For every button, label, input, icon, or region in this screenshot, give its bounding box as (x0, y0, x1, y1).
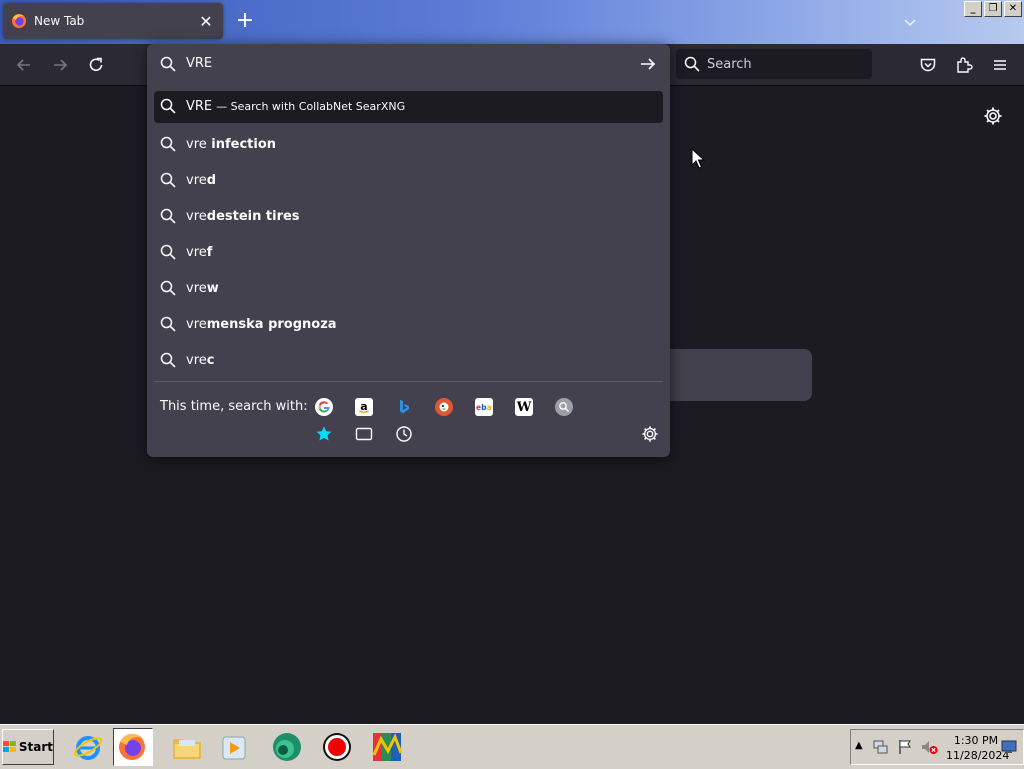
system-tray: ▲ 1:30 PM 11/28/2024 (850, 729, 1024, 765)
windows-flag-icon (3, 741, 16, 752)
clock-time: 1:30 PM (953, 734, 999, 747)
avg-antivirus-icon[interactable] (371, 731, 403, 763)
urlbar-dropdown: VRE VRE — Search with CollabNet SearXNG v… (147, 44, 670, 457)
start-button[interactable]: Start (2, 729, 54, 765)
divider (154, 381, 663, 382)
search-bar[interactable]: Search (676, 49, 872, 79)
one-off-search-bar: This time, search with: a ebay W (147, 390, 670, 450)
internet-explorer-icon[interactable] (72, 731, 104, 763)
restore-button[interactable]: ❐ (984, 1, 1002, 17)
suggestion-completion: d (206, 173, 217, 188)
show-hidden-icons-icon[interactable]: ▲ (855, 740, 863, 751)
window-controls: _ ❐ ✕ (964, 1, 1022, 17)
suggestion-row[interactable]: vrec (154, 343, 663, 379)
search-icon (160, 56, 176, 72)
suggestion-typed: vre (186, 173, 207, 188)
clock-date: 11/28/2024 (946, 749, 1010, 762)
go-arrow-icon[interactable] (639, 55, 657, 73)
suggestion-completion: destein tires (206, 209, 300, 224)
minimize-button[interactable]: _ (964, 1, 982, 17)
mouse-cursor-icon (691, 148, 705, 170)
suggestion-list: VRE — Search with CollabNet SearXNG vre i… (154, 91, 663, 379)
extensions-icon[interactable] (953, 54, 975, 76)
close-window-button[interactable]: ✕ (1004, 1, 1022, 17)
suggestion-row[interactable]: vred (154, 163, 663, 199)
suggestion-row[interactable]: vref (154, 235, 663, 271)
reload-icon[interactable] (85, 54, 107, 76)
taskbar: Start ▲ 1:30 PM 11/28/2024 (0, 724, 1024, 769)
suggestion-action: — Search with CollabNet SearXNG (216, 100, 406, 113)
suggestion-completion: menska prognoza (206, 317, 337, 332)
bookmarks-icon[interactable] (315, 425, 333, 443)
suggestion-completion: c (206, 353, 215, 368)
search-icon (160, 98, 176, 114)
one-off-label: This time, search with: (160, 399, 308, 414)
customize-gear-icon[interactable] (983, 106, 1003, 126)
search-icon (160, 280, 176, 296)
suggestion-completion: w (206, 281, 219, 296)
record-app-icon[interactable] (321, 731, 353, 763)
suggestion-typed: vre (186, 317, 207, 332)
suggestion-typed: vre (186, 353, 207, 368)
svg-text:a: a (360, 400, 367, 413)
bing-icon[interactable] (395, 398, 413, 416)
green-app-icon[interactable] (271, 731, 303, 763)
url-input[interactable]: VRE (147, 44, 670, 84)
suggestion-typed: vre (186, 281, 207, 296)
action-center-flag-icon[interactable] (897, 739, 913, 755)
firefox-taskbar-icon[interactable] (116, 731, 148, 763)
suggestion-row[interactable]: VRE — Search with CollabNet SearXNG (154, 91, 663, 123)
duckduckgo-icon[interactable] (435, 398, 453, 416)
network-icon[interactable] (873, 739, 889, 755)
tab-title: New Tab (34, 14, 85, 28)
search-settings-gear-icon[interactable] (641, 425, 659, 443)
suggestion-typed: vre (186, 137, 207, 152)
search-icon (160, 244, 176, 260)
search-icon (160, 172, 176, 188)
ebay-icon[interactable]: ebay (475, 398, 493, 416)
tabs-icon[interactable] (355, 425, 373, 443)
taskbar-clock[interactable]: 1:30 PM 11/28/2024 (946, 733, 1010, 763)
close-tab-icon[interactable]: ✕ (196, 11, 216, 31)
svg-text:ebay: ebay (476, 403, 492, 412)
suggestion-typed: VRE (186, 99, 213, 114)
suggestion-row[interactable]: vredestein tires (154, 199, 663, 235)
search-icon (684, 56, 700, 72)
searxng-icon[interactable] (555, 398, 573, 416)
forward-icon[interactable] (49, 54, 71, 76)
file-explorer-icon[interactable] (171, 731, 203, 763)
search-icon (160, 136, 176, 152)
wikipedia-icon[interactable]: W (515, 398, 533, 416)
suggestion-typed: vre (186, 245, 207, 260)
new-tab-search-box[interactable] (660, 349, 812, 401)
suggestion-typed: vre (186, 209, 207, 224)
pocket-icon[interactable] (917, 54, 939, 76)
media-player-icon[interactable] (219, 731, 251, 763)
amazon-icon[interactable]: a (355, 398, 373, 416)
tab-new-tab[interactable]: New Tab ✕ (3, 3, 223, 39)
suggestion-row[interactable]: vrew (154, 271, 663, 307)
url-input-value: VRE (186, 56, 213, 71)
start-label: Start (18, 740, 53, 754)
search-icon (160, 208, 176, 224)
history-icon[interactable] (395, 425, 413, 443)
search-icon (160, 352, 176, 368)
back-icon[interactable] (13, 54, 35, 76)
suggestion-completion: f (206, 245, 213, 260)
suggestion-row[interactable]: vre infection (154, 127, 663, 163)
show-desktop-icon[interactable] (1001, 740, 1017, 754)
list-all-tabs-icon[interactable] (900, 12, 920, 32)
suggestion-completion: infection (206, 137, 277, 152)
firefox-icon (11, 13, 27, 29)
tab-strip: New Tab ✕ + _ ❐ ✕ (0, 0, 1024, 44)
volume-muted-icon[interactable] (920, 739, 938, 755)
search-bar-placeholder: Search (707, 57, 752, 72)
menu-icon[interactable] (989, 54, 1011, 76)
suggestion-row[interactable]: vremenska prognoza (154, 307, 663, 343)
search-icon (160, 316, 176, 332)
new-tab-button[interactable]: + (234, 10, 256, 33)
google-icon[interactable] (315, 398, 333, 416)
